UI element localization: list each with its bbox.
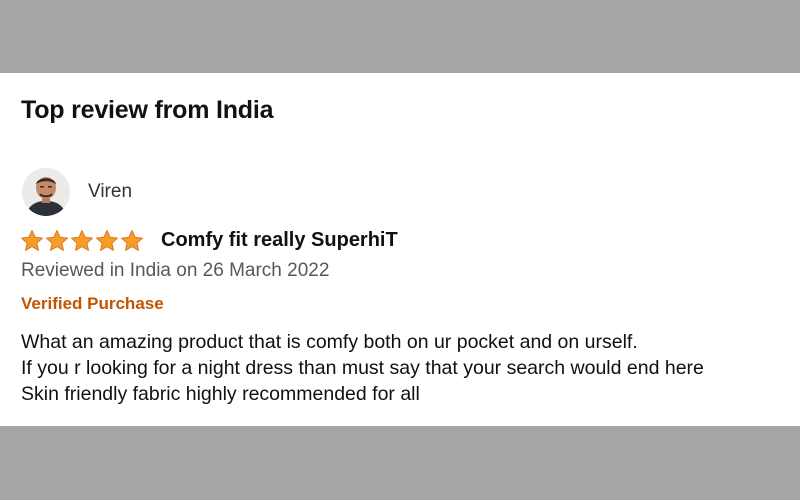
review-date: Reviewed in India on 26 March 2022 bbox=[21, 260, 330, 281]
review-title[interactable]: Comfy fit really SuperhiT bbox=[161, 229, 398, 252]
section-title: Top review from India bbox=[21, 96, 274, 124]
star-icon bbox=[21, 230, 43, 251]
review-body-line: If you r looking for a night dress than … bbox=[21, 357, 704, 379]
review-body-line: Skin friendly fabric highly recommended … bbox=[21, 383, 420, 405]
reviewer-name[interactable]: Viren bbox=[88, 181, 132, 203]
star-icon bbox=[121, 230, 143, 251]
reviewer-avatar-icon[interactable] bbox=[22, 168, 70, 216]
star-icon bbox=[96, 230, 118, 251]
review-body-line: What an amazing product that is comfy bo… bbox=[21, 331, 638, 353]
verified-purchase-badge: Verified Purchase bbox=[21, 294, 164, 313]
star-icon bbox=[46, 230, 68, 251]
review-body: What an amazing product that is comfy bo… bbox=[21, 329, 704, 407]
avatar-portrait bbox=[22, 168, 70, 216]
star-icon bbox=[71, 230, 93, 251]
star-rating[interactable] bbox=[20, 229, 144, 253]
